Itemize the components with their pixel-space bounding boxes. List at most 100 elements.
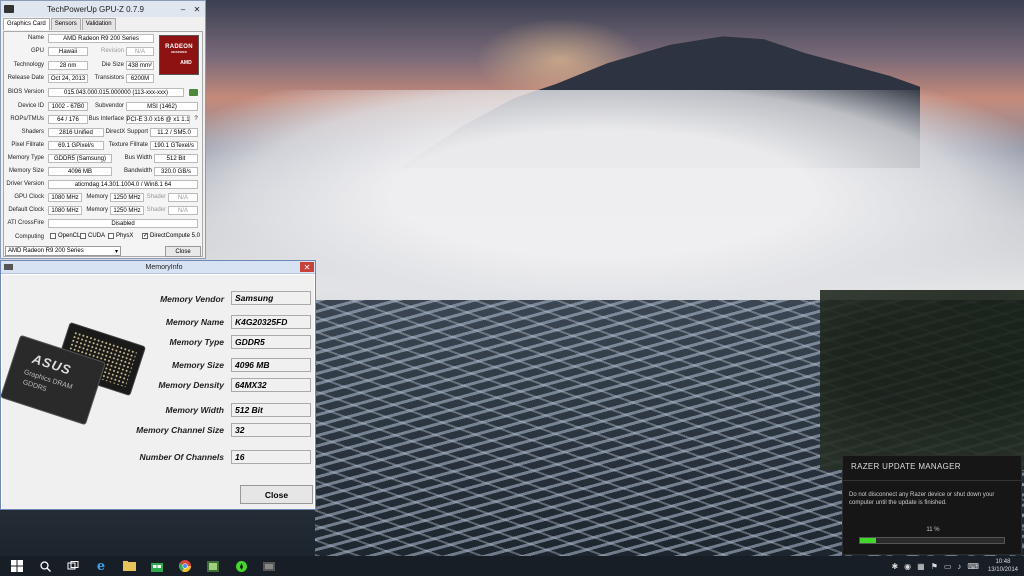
checkbox-opencl[interactable]: OpenCL [50, 233, 80, 239]
value-default-memory-clock: 1250 MHz [110, 206, 144, 215]
value-name: AMD Radeon R9 200 Series [48, 34, 154, 43]
gpuz-taskbar-icon[interactable] [202, 557, 224, 575]
windows-start-icon[interactable] [6, 557, 28, 575]
checkbox-box [50, 233, 56, 239]
network-icon[interactable]: ▦ [917, 562, 925, 571]
label-bus-width: Bus Width [124, 155, 152, 161]
value-driver: aticmdag 14.301.1004.0 / Win8.1 64 [48, 180, 198, 189]
value-shader-clock: N/A [168, 193, 198, 202]
label-device-id: Device ID [17, 103, 44, 109]
checkbox-label: CUDA [88, 233, 106, 239]
razer-progress-label: 11 % [926, 527, 940, 533]
label-driver: Driver Version [6, 181, 44, 187]
checkbox-box [80, 233, 86, 239]
value-revision: N/A [126, 47, 154, 56]
label-memory-type: Memory Type [7, 155, 44, 161]
label-default-shader-clock: Shader [146, 207, 166, 213]
clock-time: 10:48 [995, 559, 1011, 565]
gpuz-titlebar[interactable]: TechPowerUp GPU-Z 0.7.9 – ✕ [1, 1, 205, 17]
gpuz-close-button[interactable]: Close [165, 246, 201, 257]
label-revision: Revision [100, 48, 124, 54]
tab-graphics-card[interactable]: Graphics Card [3, 18, 50, 30]
value-memory-channel-size: 32 [231, 423, 311, 437]
checkbox-directcompute[interactable]: ✓ DirectCompute 5.0 [142, 233, 200, 239]
keyboard-icon[interactable]: ⌨ [967, 562, 979, 571]
label-directx: DirectX Support [105, 129, 148, 135]
taskbar: e ✱ ◉ ▦ ⚑ ▭ ♪ ⌨ 10:48 13/10/2014 [0, 556, 1024, 576]
value-subvendor: MSI (1462) [126, 102, 198, 111]
label-bus-interface: Bus Interface [88, 116, 124, 122]
meminfo-app-icon [4, 264, 13, 270]
value-memory-clock: 1250 MHz [110, 193, 144, 202]
gpuz-tabs: Graphics Card Sensors Validation [1, 18, 205, 30]
minimize-icon[interactable]: – [177, 3, 189, 15]
label-texture-fillrate: Texture Fillrate [108, 142, 148, 148]
volume-icon[interactable]: ♪ [957, 562, 961, 571]
razer-synapse-icon[interactable] [230, 557, 252, 575]
task-view-icon[interactable] [62, 557, 84, 575]
system-tray: ✱ ◉ ▦ ⚑ ▭ ♪ ⌨ 10:48 13/10/2014 [888, 558, 1018, 574]
gpuz-panel: Name AMD Radeon R9 200 Series GPU Hawaii… [3, 31, 203, 257]
help-icon[interactable]: ? [192, 116, 200, 122]
checkbox-label: PhysX [116, 233, 134, 239]
value-device-id: 1002 - 67B0 [48, 102, 88, 111]
value-memory-type: GDDR5 [231, 335, 311, 349]
value-shaders: 2816 Unified [48, 128, 104, 137]
card-select[interactable]: AMD Radeon R9 200 Series ▾ [5, 246, 121, 256]
label-crossfire: ATI CrossFire [7, 220, 44, 226]
value-bios: 015.043.000.015.000000 (113-xxx-xxx) [48, 88, 184, 97]
label-computing: Computing [14, 234, 44, 240]
value-bandwidth: 320.0 GB/s [154, 167, 198, 176]
label-memory-channel-size: Memory Channel Size [136, 425, 224, 435]
value-directx: 11.2 / SM5.0 [150, 128, 198, 137]
value-texture-fillrate: 190.1 GTexel/s [150, 141, 198, 150]
battery-icon[interactable]: ▭ [944, 562, 952, 571]
clock[interactable]: 10:48 13/10/2014 [988, 558, 1018, 574]
meminfo-title: MemoryInfo [145, 263, 183, 271]
value-default-gpu-clock: 1080 MHz [48, 206, 82, 215]
wallpaper-trees [820, 290, 1024, 470]
checkbox-physx[interactable]: PhysX [108, 233, 133, 239]
chrome-icon[interactable] [174, 557, 196, 575]
value-default-shader-clock: N/A [168, 206, 198, 215]
bluetooth-icon[interactable]: ✱ [891, 562, 898, 571]
value-bus-interface: PCI-E 3.0 x16 @ x1 1.1 [126, 115, 190, 124]
checkbox-label: DirectCompute 5.0 [150, 233, 201, 239]
label-pixel-fillrate: Pixel Fillrate [11, 142, 44, 148]
store-icon[interactable] [146, 557, 168, 575]
label-default-memory-clock: Memory [86, 207, 108, 213]
label-memory-name: Memory Name [165, 317, 224, 327]
gpuz-app-icon [4, 5, 14, 13]
value-pixel-fillrate: 69.1 GPixel/s [48, 141, 104, 150]
value-die-size: 438 mm² [126, 61, 154, 70]
razer-tray-icon[interactable]: ◉ [904, 562, 911, 571]
meminfo-titlebar[interactable]: MemoryInfo ✕ [1, 261, 315, 274]
internet-explorer-icon[interactable]: e [90, 557, 112, 575]
memoryinfo-taskbar-icon[interactable] [258, 557, 280, 575]
close-icon[interactable]: ✕ [300, 262, 314, 272]
tab-validation[interactable]: Validation [81, 18, 116, 30]
amd-logo-text: AMD [180, 60, 192, 66]
search-icon[interactable] [34, 557, 56, 575]
bios-save-icon[interactable] [189, 89, 198, 96]
razer-progress-bar [859, 537, 1005, 544]
label-subvendor: Subvendor [94, 103, 124, 109]
tab-sensors[interactable]: Sensors [50, 18, 81, 30]
label-gpu-clock: GPU Clock [14, 194, 44, 200]
gpuz-footer: AMD Radeon R9 200 Series ▾ Close [3, 244, 203, 258]
value-memory-size: 4096 MB [48, 167, 112, 176]
card-select-value: AMD Radeon R9 200 Series [8, 248, 84, 254]
clock-date: 13/10/2014 [987, 567, 1018, 573]
meminfo-close-button[interactable]: Close [240, 485, 313, 504]
value-bus-width: 512 Bit [154, 154, 198, 163]
checkbox-cuda[interactable]: CUDA [80, 233, 105, 239]
label-bios: BIOS Version [7, 89, 44, 95]
flag-icon[interactable]: ⚑ [931, 562, 938, 571]
close-icon[interactable]: ✕ [191, 3, 203, 15]
razer-progress-fill [860, 538, 876, 543]
label-shader-clock: Shader [146, 194, 166, 200]
gpuz-window: TechPowerUp GPU-Z 0.7.9 – ✕ Graphics Car… [0, 0, 206, 259]
label-gpu: GPU [30, 48, 44, 54]
file-explorer-icon[interactable] [118, 557, 140, 575]
label-rops: ROPs/TMUs [10, 116, 44, 122]
